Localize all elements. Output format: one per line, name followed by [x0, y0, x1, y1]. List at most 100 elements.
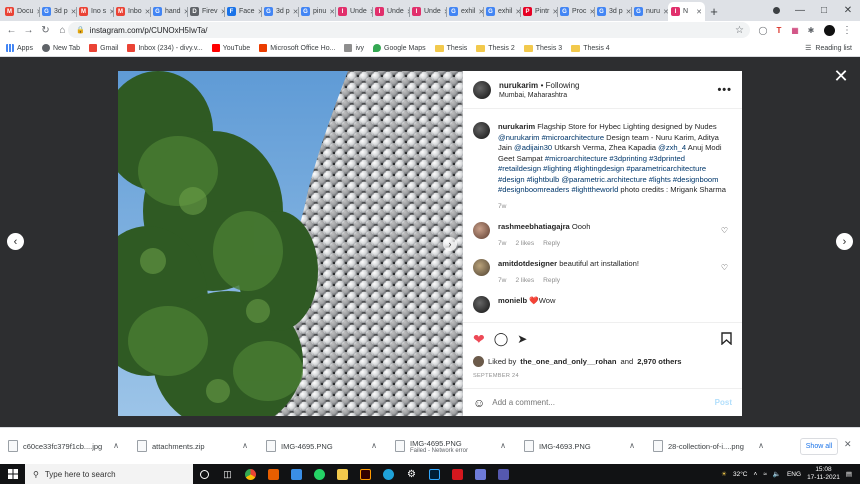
browser-tab[interactable]: P Pintr ✕	[520, 2, 557, 21]
following-button[interactable]: Following	[546, 81, 580, 90]
browser-tab[interactable]: IUnde✕	[409, 2, 446, 21]
download-item[interactable]: attachments.zip ∧	[129, 428, 258, 465]
illustrator-icon[interactable]	[354, 464, 377, 484]
download-options-chevron-icon[interactable]: ∧	[500, 441, 506, 450]
caption-tags[interactable]: @nurukarim #microarchitecture	[498, 133, 604, 142]
post-comment-button[interactable]: Post	[715, 398, 732, 407]
volume-icon[interactable]: 🔈	[773, 470, 781, 478]
close-downloads-icon[interactable]: ✕	[844, 439, 852, 450]
back-icon[interactable]: ←	[3, 22, 20, 39]
cortana-icon[interactable]	[193, 464, 216, 484]
avatar[interactable]	[473, 122, 490, 139]
comment-time[interactable]: 7w	[498, 239, 506, 250]
grid-extension-icon[interactable]: ▦	[788, 22, 802, 38]
bookmark-thesis-4[interactable]: Thesis 4	[571, 44, 610, 52]
photos-icon[interactable]	[469, 464, 492, 484]
comment-username[interactable]: rashmeebhatiagajra	[498, 222, 570, 231]
caption-tags[interactable]: @adijain30	[514, 143, 552, 152]
edge-icon[interactable]	[377, 464, 400, 484]
caption-time[interactable]: 7w	[498, 202, 506, 213]
minimize-icon[interactable]: —	[788, 0, 812, 21]
windows-start-icon[interactable]	[0, 464, 25, 484]
download-item[interactable]: IMG-4693.PNG ∧	[516, 428, 645, 465]
browser-menu-icon[interactable]: ⋮	[840, 22, 854, 38]
previous-post-button[interactable]: ‹	[7, 233, 24, 250]
camera-icon[interactable]	[285, 464, 308, 484]
vlc-icon[interactable]	[262, 464, 285, 484]
avatar[interactable]	[473, 259, 490, 276]
reading-list-button[interactable]: ☰ Reading list	[805, 44, 852, 53]
file-explorer-icon[interactable]	[331, 464, 354, 484]
post-photo[interactable]: ›	[118, 71, 463, 416]
teams-icon[interactable]	[492, 464, 515, 484]
avatar[interactable]	[473, 356, 484, 367]
profile-avatar-icon[interactable]	[822, 22, 836, 38]
taskbar-search-box[interactable]: ⚲ Type here to search	[25, 464, 193, 484]
bookmark-thesis[interactable]: Thesis	[434, 44, 467, 52]
network-icon[interactable]: ≈	[763, 471, 767, 478]
bookmark-star-icon[interactable]: ☆	[735, 25, 744, 36]
forward-icon[interactable]: →	[20, 22, 37, 39]
reload-icon[interactable]: ↻	[37, 22, 54, 39]
comment-reply[interactable]: Reply	[543, 239, 560, 250]
save-bookmark-icon[interactable]	[721, 331, 732, 347]
comment-bubble-icon[interactable]: ◯	[494, 331, 509, 347]
weather-icon[interactable]: ☀	[721, 470, 727, 478]
download-item[interactable]: IMG-4695.PNG ∧	[258, 428, 387, 465]
comment-username[interactable]: amitdotdesigner	[498, 259, 557, 268]
language-indicator[interactable]: ENG	[787, 471, 801, 478]
profile-dot-icon[interactable]	[764, 0, 788, 21]
weather-temp[interactable]: 32°C	[733, 471, 748, 478]
download-options-chevron-icon[interactable]: ∧	[242, 441, 248, 450]
browser-tab[interactable]: IUnde✕	[372, 2, 409, 21]
comment-input[interactable]	[492, 398, 708, 407]
browser-tab[interactable]: M Inbo ✕	[113, 2, 150, 21]
caption-tags[interactable]: @zxh_4	[658, 143, 686, 152]
address-bar[interactable]: 🔒 instagram.com/p/CUNOxH5IwTa/ ☆	[68, 22, 750, 38]
comment-likes[interactable]: 2 likes	[515, 276, 534, 287]
close-window-icon[interactable]: ✕	[836, 0, 860, 21]
notifications-icon[interactable]: ▤	[846, 470, 852, 478]
comment-likes[interactable]: 2 likes	[515, 239, 534, 250]
download-options-chevron-icon[interactable]: ∧	[113, 441, 119, 450]
avatar[interactable]	[473, 222, 490, 239]
share-paper-plane-icon[interactable]: ➤	[517, 332, 527, 346]
close-modal-icon[interactable]: ✕	[832, 67, 850, 85]
avatar[interactable]	[473, 296, 490, 313]
show-all-downloads-button[interactable]: Show all	[800, 438, 838, 455]
lens-extension-icon[interactable]: ◯	[756, 22, 770, 38]
browser-tab[interactable]: Gnuru ✕	[631, 2, 668, 21]
post-location[interactable]: Mumbai, Maharashtra	[499, 92, 579, 99]
like-heart-icon[interactable]: ❤	[473, 331, 485, 348]
browser-tab[interactable]: MDocu✕	[2, 2, 39, 21]
emoji-icon[interactable]: ☺	[473, 396, 485, 410]
more-options-icon[interactable]: •••	[717, 84, 732, 96]
download-item[interactable]: c60ce33fc379f1cb....jpg ∧	[0, 428, 129, 465]
browser-tab[interactable]: F Face ✕	[224, 2, 261, 21]
bookmark-maps[interactable]: Google Maps	[373, 44, 426, 52]
tray-chevron-icon[interactable]: ˄	[754, 471, 758, 478]
chrome-icon[interactable]	[239, 464, 262, 484]
new-tab-button[interactable]: +	[705, 2, 723, 21]
browser-tab[interactable]: G 3d p ✕	[39, 2, 76, 21]
browser-tab[interactable]: Gpinu ✕	[298, 2, 335, 21]
likes-count[interactable]: 2,970 others	[637, 357, 681, 366]
browser-tab[interactable]: D Firev ✕	[187, 2, 224, 21]
comment-time[interactable]: 7w	[498, 276, 506, 287]
maximize-icon[interactable]: □	[812, 0, 836, 21]
liked-by-username[interactable]: the_one_and_only__rohan	[520, 357, 616, 366]
bookmark-gmail[interactable]: Gmail	[89, 44, 118, 52]
comment-reply[interactable]: Reply	[543, 276, 560, 287]
download-options-chevron-icon[interactable]: ∧	[629, 441, 635, 450]
clock[interactable]: 15:08 17-11-2021	[807, 466, 840, 482]
browser-tab[interactable]: IUnde✕	[335, 2, 372, 21]
browser-tab[interactable]: G 3d p ✕	[594, 2, 631, 21]
download-options-chevron-icon[interactable]: ∧	[758, 441, 764, 450]
bookmark-ivy[interactable]: ivy	[344, 44, 364, 52]
url-text[interactable]: instagram.com/p/CUNOxH5IwTa/	[90, 26, 208, 35]
bookmark-thesis-3[interactable]: Thesis 3	[523, 44, 562, 52]
extensions-puzzle-icon[interactable]: ✱	[804, 22, 818, 38]
browser-tab[interactable]: M Ino s ✕	[76, 2, 113, 21]
comment-username[interactable]: monielb	[498, 296, 527, 305]
browser-tab[interactable]: I N ✕	[668, 2, 705, 21]
